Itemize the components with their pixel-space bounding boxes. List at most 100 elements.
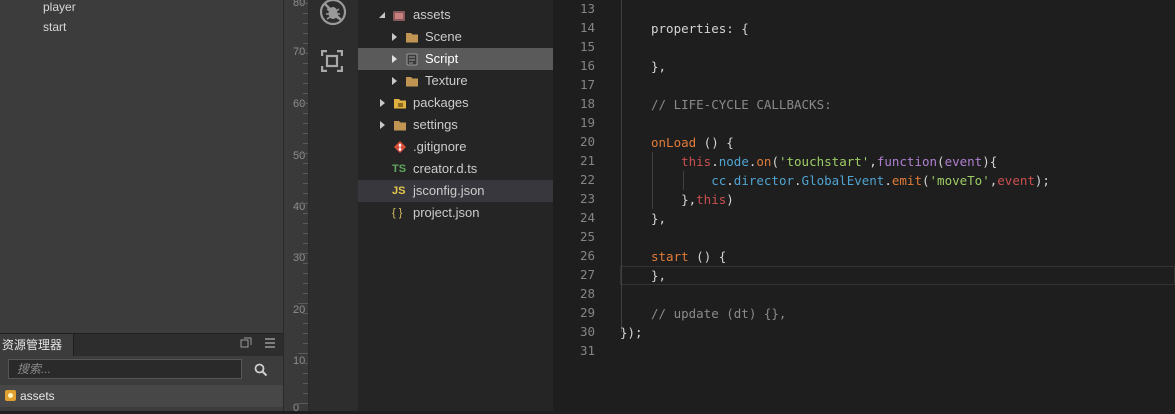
line-number: 31 — [579, 343, 595, 358]
ruler-tick — [303, 383, 308, 384]
ruler-tick — [303, 213, 308, 214]
ruler-tick — [303, 13, 308, 14]
tree-item-settings[interactable]: settings — [358, 114, 553, 136]
ruler-tick — [303, 223, 308, 224]
code-token: // LIFE-CYCLE CALLBACKS: — [651, 97, 832, 112]
tree-item-jsconfig[interactable]: JS jsconfig.json — [358, 180, 553, 202]
ruler-tick — [303, 123, 308, 124]
preview-frame-icon[interactable] — [321, 50, 343, 72]
tree-item-gitignore[interactable]: .gitignore — [358, 136, 553, 158]
line-number: 27 — [579, 267, 595, 282]
ruler-tick — [298, 253, 308, 254]
code-line: // update (dt) {}, — [651, 304, 786, 323]
tree-item-script[interactable]: Script — [358, 48, 553, 70]
popout-icon[interactable] — [239, 337, 253, 351]
tree-item-label: Texture — [425, 73, 468, 88]
tree-item-label: assets — [413, 7, 451, 22]
code-token: }); — [620, 325, 643, 340]
code-token: . — [726, 173, 734, 188]
ruler-tick — [303, 23, 308, 24]
assets-db-icon — [393, 11, 405, 21]
chevron-collapsed-icon[interactable] — [377, 98, 387, 108]
ruler-tick — [303, 363, 308, 364]
code-line: }, — [651, 266, 666, 285]
line-number: 15 — [579, 39, 595, 54]
bug-disabled-icon[interactable] — [319, 0, 347, 28]
tool-strip — [309, 0, 358, 411]
tab-asset-manager[interactable]: 资源管理器 — [0, 334, 75, 356]
line-number: 23 — [579, 191, 595, 206]
line-number: 21 — [579, 153, 595, 168]
ruler-tick — [303, 113, 308, 114]
ruler-label: 50 — [293, 150, 306, 162]
ruler-tick — [303, 323, 308, 324]
asset-panel-header: 资源管理器 — [0, 333, 283, 356]
asset-search-input[interactable] — [8, 359, 242, 379]
line-number: 30 — [579, 324, 595, 339]
ruler-tick — [303, 73, 308, 74]
ruler-tick — [298, 203, 308, 204]
ruler-label: 60 — [293, 98, 306, 110]
code-token: ( — [921, 173, 930, 188]
code-line: }); — [620, 323, 643, 342]
ruler-tick — [303, 243, 308, 244]
chevron-collapsed-icon[interactable] — [389, 32, 399, 42]
code-token: . — [884, 173, 892, 188]
js-icon: JS — [392, 185, 406, 197]
code-line: start () { — [651, 247, 726, 266]
line-number: 20 — [579, 134, 595, 149]
chevron-collapsed-icon[interactable] — [389, 54, 399, 64]
tree-item-project-json[interactable]: { } project.json — [358, 202, 553, 224]
line-number: 22 — [579, 172, 595, 187]
code-token: emit — [891, 173, 922, 188]
ruler-tick — [303, 183, 308, 184]
tree-item-label: settings — [413, 117, 458, 132]
file-tree: assets Scene Script Texture packages set… — [358, 0, 553, 411]
tree-item-scene[interactable]: Scene — [358, 26, 553, 48]
code-token: () { — [688, 249, 727, 264]
ruler-tick — [298, 153, 308, 154]
code-token: node — [718, 154, 749, 169]
node-start[interactable]: start — [43, 17, 66, 37]
ruler-tick — [303, 173, 308, 174]
code-token: function — [876, 154, 938, 169]
code-editor[interactable]: 13 14 15 16 17 18 19 20 21 22 23 24 25 26 27 28 29 30 31 p… — [553, 0, 1175, 411]
ruler-tick — [298, 3, 308, 4]
tree-item-label: Script — [425, 51, 459, 66]
ruler-tick — [303, 93, 308, 94]
code-token: }, — [651, 192, 697, 207]
json-icon: { } — [392, 207, 403, 219]
ruler-tick — [303, 133, 308, 134]
code-token: ); — [1034, 173, 1050, 188]
code-token: . — [711, 154, 719, 169]
tree-item-packages[interactable]: packages — [358, 92, 553, 114]
menu-icon[interactable] — [263, 337, 277, 351]
code-token: on — [756, 154, 772, 169]
ruler-tick — [303, 43, 308, 44]
code-token: // update (dt) {}, — [651, 306, 787, 321]
asset-root-item[interactable]: assets — [0, 385, 283, 407]
code-token: cc — [651, 173, 727, 188]
code-token: 'moveTo' — [929, 173, 990, 188]
search-icon[interactable] — [254, 363, 268, 377]
node-player[interactable]: player — [43, 0, 76, 17]
ruler-tick — [298, 53, 308, 54]
chevron-collapsed-icon[interactable] — [377, 120, 387, 130]
code-line: cc.director.GlobalEvent.emit('moveTo',ev… — [651, 171, 1050, 190]
tree-item-creator-d-ts[interactable]: TS creator.d.ts — [358, 158, 553, 180]
ruler-tick — [303, 283, 308, 284]
line-number: 13 — [579, 1, 595, 16]
chevron-expanded-icon[interactable] — [377, 10, 387, 20]
code-token: onLoad — [651, 135, 697, 150]
ruler-tick — [303, 293, 308, 294]
tree-item-assets[interactable]: assets — [358, 4, 553, 26]
code-token: event — [944, 154, 983, 169]
tree-item-label: jsconfig.json — [413, 183, 485, 198]
line-number: 19 — [579, 115, 595, 130]
ruler-tick — [303, 333, 308, 334]
code-token: 'touchstart' — [778, 154, 870, 169]
code-line: }, — [651, 209, 666, 228]
tree-item-texture[interactable]: Texture — [358, 70, 553, 92]
chevron-collapsed-icon[interactable] — [389, 76, 399, 86]
